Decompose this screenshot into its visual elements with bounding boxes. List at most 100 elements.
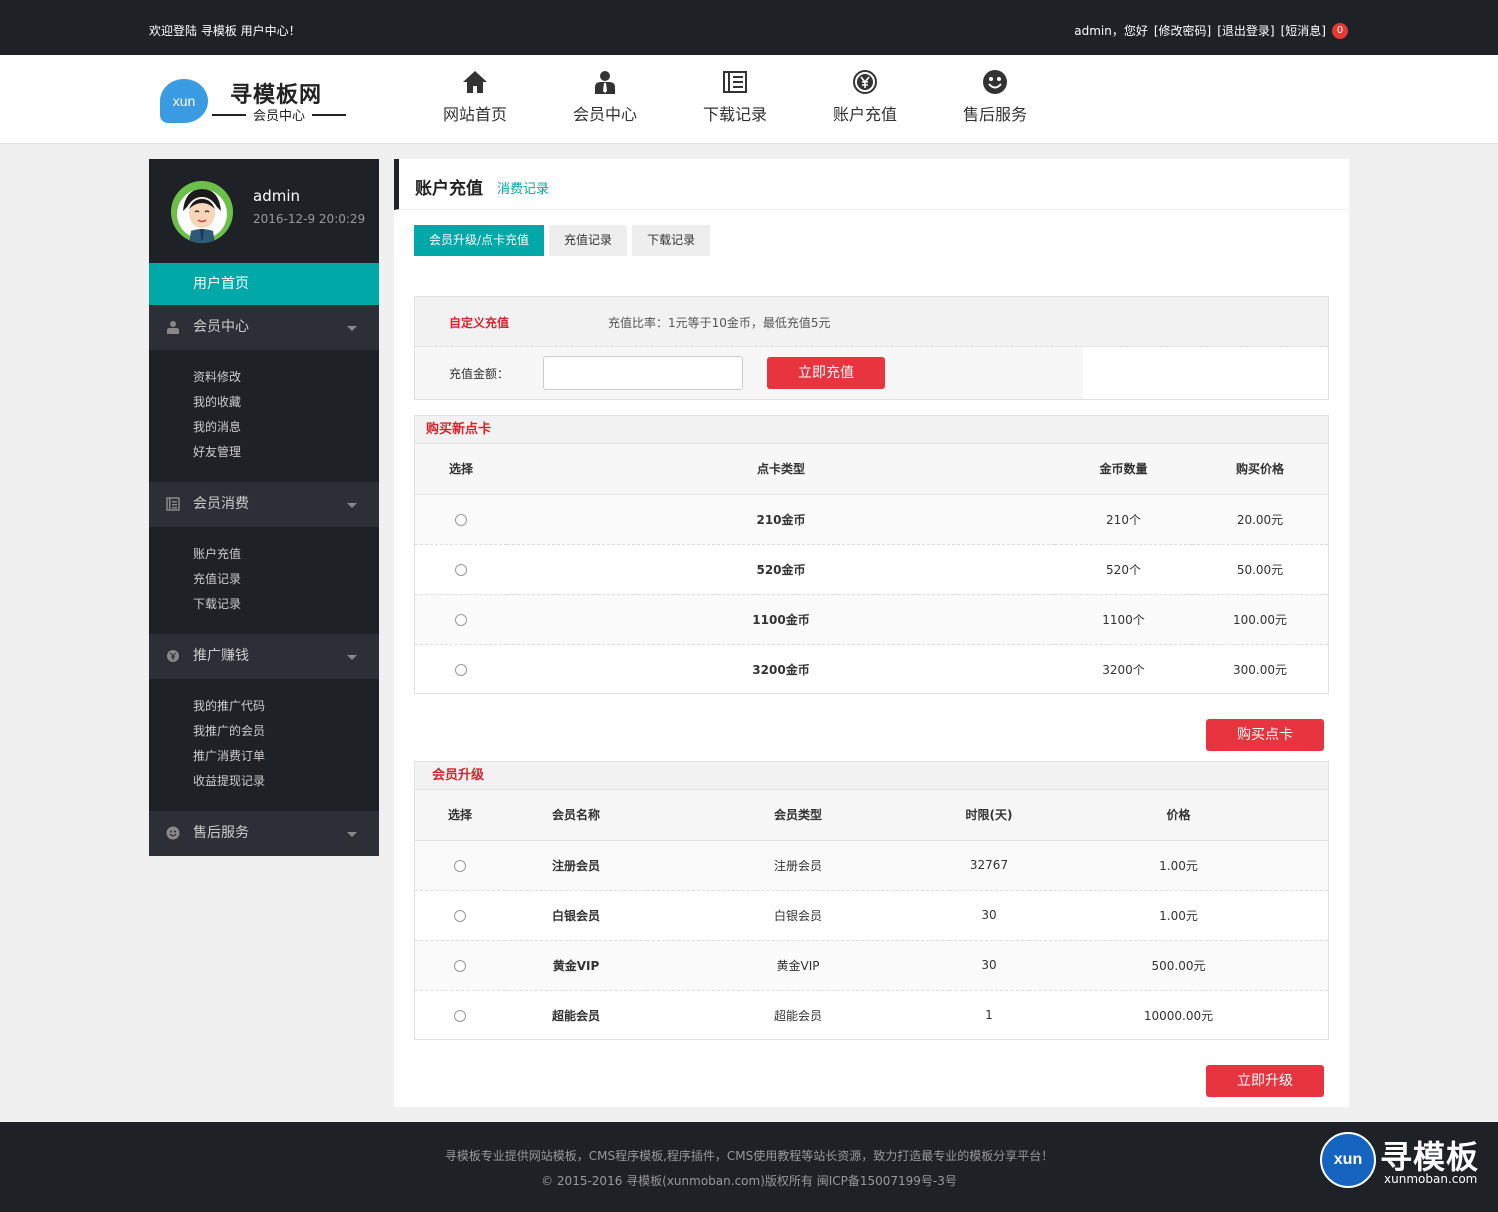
member-upgrade-title: 会员升级 [415,762,1328,790]
sidebar-group-promotion[interactable]: 推广赚钱 [149,634,379,679]
buy-card-button[interactable]: 购买点卡 [1206,719,1324,751]
column-header: 价格 [1029,790,1328,841]
corner-logo[interactable]: xun 寻模板 xunmoban.com [1320,1132,1490,1202]
card-type: 1100金币 [507,594,1055,645]
card-radio[interactable] [455,563,467,576]
select-cell [415,890,505,941]
message-count-badge[interactable]: 0 [1332,22,1348,39]
card-price: 100.00元 [1192,594,1328,645]
nav-home[interactable]: 网站首页 [410,65,540,135]
nav-member-center[interactable]: 会员中心 [540,65,670,135]
logout-link[interactable]: [退出登录] [1217,22,1274,39]
sidebar-group-after-sales[interactable]: 售后服务 [149,811,379,856]
site-logo[interactable]: xun 寻模板网 会员中心 [160,77,350,124]
corner-logo-url: xunmoban.com [1384,1172,1478,1186]
nav-home-label: 网站首页 [442,105,507,124]
nav-after-sales[interactable]: 售后服务 [930,65,1060,135]
table-row: 520金币 520个 50.00元 [415,544,1328,595]
sidebar: admin 2016-12-9 20:0:29 用户首页 会员中心 资料修改 我… [149,159,379,856]
tab-recharge-records[interactable]: 充值记录 [549,225,628,256]
table-row: 白银会员 白银会员 30 1.00元 [415,890,1328,941]
chevron-down-icon [347,326,357,331]
logo-badge: xun [160,79,208,123]
yen-icon [853,70,877,94]
sidebar-group-label: 会员消费 [193,496,249,512]
card-coins: 1100个 [1055,594,1192,645]
sidebar-group-consumption[interactable]: 会员消费 [149,482,379,527]
select-cell [415,494,507,545]
upgrade-radio[interactable] [454,859,466,872]
page-title: 账户充值 [415,179,483,199]
column-header: 选择 [415,790,505,841]
member-days: 32767 [949,840,1029,891]
header: xun 寻模板网 会员中心 网站首页 会员中心 下载记录 账户充值 售后服务 [0,55,1498,144]
tab-bar: 会员升级/点卡充值 充值记录 下载记录 [414,225,711,256]
nav-after-sales-label: 售后服务 [962,105,1027,124]
upgrade-radio[interactable] [454,909,466,922]
change-password-link[interactable]: [修改密码] [1154,22,1211,39]
messages-link[interactable]: [短消息] [1281,22,1326,39]
amount-label: 充值金额： [449,367,510,381]
sidebar-item-promo-orders[interactable]: 推广消费订单 [193,744,379,769]
card-coins: 3200个 [1102,662,1145,677]
sidebar-item-promo-code[interactable]: 我的推广代码 [193,694,379,719]
tab-upgrade-recharge[interactable]: 会员升级/点卡充值 [414,225,545,256]
nav-download-records[interactable]: 下载记录 [670,65,800,135]
select-cell [415,940,505,991]
footer-copyright: © 2015-2016 寻模板(xunmoban.com)版权所有 闽ICP备1… [541,1174,957,1188]
sidebar-group-member-center[interactable]: 会员中心 [149,305,379,350]
sidebar-item-messages[interactable]: 我的消息 [193,415,379,440]
nav-download-records-label: 下载记录 [702,105,767,124]
buy-cards-title: 购买新点卡 [415,416,1328,444]
select-cell [415,644,507,694]
sidebar-item-recharge-records[interactable]: 充值记录 [193,567,379,592]
card-radio[interactable] [455,513,467,526]
card-type: 210金币 [507,494,1055,545]
recharge-now-button[interactable]: 立即充值 [767,357,885,389]
member-name: 注册会员 [505,840,647,891]
card-radio[interactable] [455,613,467,626]
member-price: 500.00元 [1029,940,1328,991]
member-name: 白银会员 [505,890,647,941]
table-header-row: 选择 会员名称 会员类型 时限(天) 价格 [415,790,1328,841]
sidebar-item-profile-edit[interactable]: 资料修改 [193,365,379,390]
member-type: 白银会员 [647,890,949,941]
top-bar: 欢迎登陆 寻模板 用户中心！ admin，您好 [修改密码] [退出登录] [短… [0,0,1498,55]
table-row: 黄金VIP 黄金VIP 30 500.00元 [415,940,1328,991]
upgrade-now-button[interactable]: 立即升级 [1206,1065,1324,1097]
upgrade-radio[interactable] [454,959,466,972]
form-background [415,347,1083,399]
sidebar-item-home[interactable]: 用户首页 [149,263,379,305]
main-nav: 网站首页 会员中心 下载记录 账户充值 售后服务 [410,65,1060,135]
sidebar-item-promoted-members[interactable]: 我推广的会员 [193,719,379,744]
consumption-records-link[interactable]: 消费记录 [497,178,549,197]
profile-username: admin [253,187,300,205]
avatar-image [171,181,233,243]
sidebar-links-member-center: 资料修改 我的收藏 我的消息 好友管理 [149,350,379,482]
amount-input[interactable] [543,356,743,390]
card-radio[interactable] [455,663,467,676]
member-type: 黄金VIP [647,940,949,991]
yen-icon [167,650,179,662]
nav-recharge[interactable]: 账户充值 [800,65,930,135]
card-price: 20.00元 [1192,494,1328,545]
buy-cards-panel: 购买新点卡 选择 点卡类型 金币数量 购买价格 210金币 210个 20.00… [414,415,1329,694]
tab-download-records[interactable]: 下载记录 [632,225,711,256]
avatar[interactable] [171,181,233,243]
card-type: 520金币 [507,544,1055,595]
sidebar-item-withdraw-records[interactable]: 收益提现记录 [193,769,379,794]
sidebar-item-favorites[interactable]: 我的收藏 [193,390,379,415]
sidebar-group-label: 推广赚钱 [193,648,249,664]
member-type: 注册会员 [647,840,949,891]
sidebar-item-download-records[interactable]: 下载记录 [193,592,379,617]
sidebar-item-recharge[interactable]: 账户充值 [193,542,379,567]
sidebar-item-friends[interactable]: 好友管理 [193,440,379,465]
member-days: 30 [949,940,1029,991]
custom-recharge-label: 自定义充值 [449,316,510,330]
upgrade-radio[interactable] [454,1009,466,1022]
select-cell [415,840,505,891]
custom-recharge-panel: 自定义充值 充值比率：1元等于10金币，最低充值5元 充值金额： 立即充值 [414,296,1329,400]
nav-member-center-label: 会员中心 [572,105,637,124]
user-icon [167,321,179,334]
member-upgrade-panel: 会员升级 选择 会员名称 会员类型 时限(天) 价格 注册会员 注册会员 327… [414,761,1329,1040]
